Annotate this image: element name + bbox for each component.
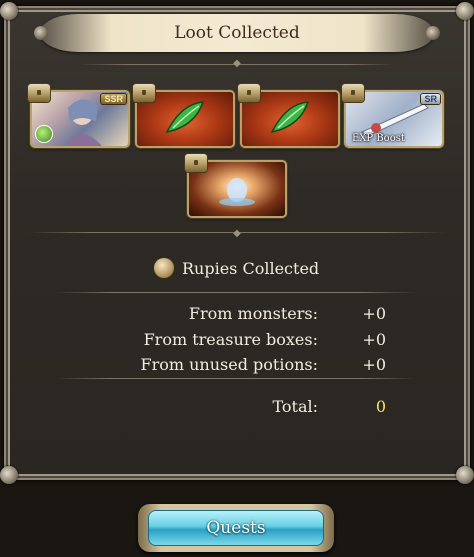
- divider: [56, 378, 416, 379]
- rupies-title: Rupies Collected: [182, 258, 320, 278]
- treasure-chest-icon: [28, 84, 50, 102]
- banner-knob: [34, 26, 48, 40]
- rupies-row: From treasure boxes: +0: [60, 330, 390, 352]
- corner-rivet: [0, 2, 18, 20]
- row-value: +0: [362, 330, 386, 349]
- rupies-row: From unused potions: +0: [60, 355, 390, 377]
- corner-rivet: [456, 466, 474, 484]
- page-title: Loot Collected: [174, 23, 300, 43]
- divider: [56, 292, 416, 293]
- row-label: From treasure boxes:: [143, 330, 318, 349]
- row-label: From monsters:: [188, 304, 318, 323]
- ornament-icon: ◆: [233, 228, 241, 239]
- rarity-badge: SR: [421, 94, 440, 104]
- treasure-chest-icon: [133, 84, 155, 102]
- rupie-coin-icon: [154, 258, 174, 278]
- total-label: Total:: [272, 397, 318, 416]
- treasure-chest-icon: [342, 84, 364, 102]
- rupies-header: Rupies Collected: [154, 258, 319, 278]
- row-value: +0: [362, 304, 386, 323]
- total-value: 0: [375, 397, 386, 416]
- wind-element-icon: [36, 126, 52, 142]
- exp-boost-label: EXP Boost: [352, 133, 405, 144]
- rupies-total-row: Total: 0: [60, 397, 390, 419]
- row-label: From unused potions:: [140, 355, 318, 374]
- rarity-badge: SSR: [101, 94, 126, 104]
- treasure-chest-icon: [185, 154, 207, 172]
- ornament-icon: ◆: [233, 58, 241, 69]
- title-banner: Loot Collected: [34, 14, 440, 52]
- quests-button-face[interactable]: Quests: [148, 510, 324, 546]
- rupies-row: From monsters: +0: [60, 304, 390, 326]
- quests-button[interactable]: Quests: [138, 504, 334, 552]
- corner-rivet: [456, 2, 474, 20]
- banner-knob: [426, 26, 440, 40]
- corner-rivet: [0, 466, 18, 484]
- quests-button-label: Quests: [206, 518, 266, 538]
- treasure-chest-icon: [238, 84, 260, 102]
- row-value: +0: [362, 355, 386, 374]
